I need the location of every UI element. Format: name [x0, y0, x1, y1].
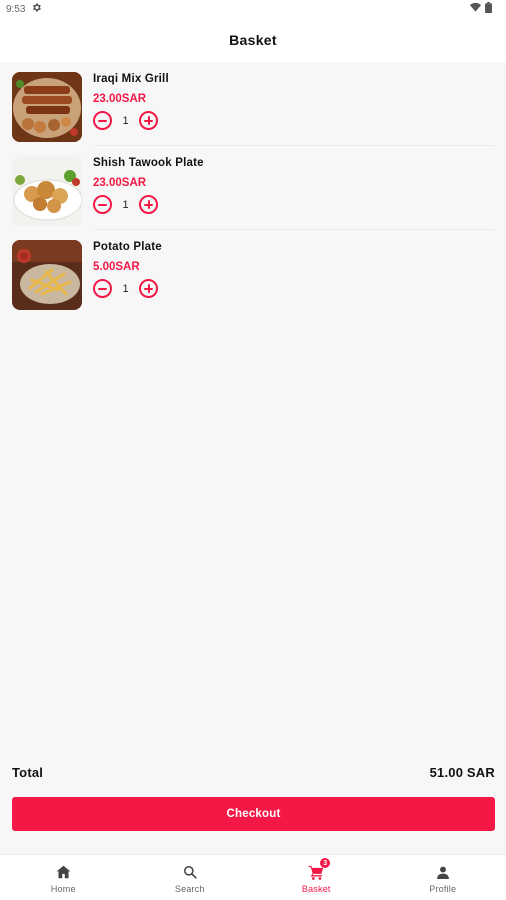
battery-icon — [485, 2, 492, 16]
increase-quantity-button[interactable] — [139, 195, 158, 214]
basket-list: Iraqi Mix Grill 23.00SAR 1 Shish Tawook … — [0, 62, 506, 314]
app-root: 9:53 Basket Iraqi Mix Grill 23.00SAR 1 S… — [0, 0, 506, 900]
nav-basket[interactable]: 3 Basket — [253, 855, 380, 900]
total-value: 51.00 SAR — [429, 764, 495, 780]
status-time: 9:53 — [6, 3, 26, 15]
minus-icon — [98, 287, 107, 290]
basket-item: Shish Tawook Plate 23.00SAR 1 — [0, 146, 506, 230]
quantity-stepper: 1 — [93, 279, 162, 298]
nav-profile-label: Profile — [429, 884, 457, 894]
plus-icon-vertical — [147, 116, 150, 125]
cart-icon: 3 — [308, 858, 331, 880]
minus-icon — [98, 119, 107, 122]
quantity-value: 1 — [122, 198, 129, 211]
item-info: Iraqi Mix Grill 23.00SAR 1 — [93, 72, 169, 130]
increase-quantity-button[interactable] — [139, 279, 158, 298]
item-price: 23.00SAR — [93, 93, 147, 105]
plus-icon-vertical — [147, 284, 150, 293]
fries-photo — [12, 240, 82, 310]
nav-profile[interactable]: Profile — [380, 855, 506, 900]
search-icon — [182, 864, 198, 880]
settings-icon — [31, 2, 42, 16]
nav-home[interactable]: Home — [0, 855, 127, 900]
minus-icon — [98, 203, 107, 206]
nav-home-label: Home — [50, 884, 76, 894]
decrease-quantity-button[interactable] — [93, 279, 112, 298]
nav-search[interactable]: Search — [127, 855, 254, 900]
quantity-stepper: 1 — [93, 111, 169, 130]
item-info: Shish Tawook Plate 23.00SAR 1 — [93, 156, 204, 214]
basket-item: Iraqi Mix Grill 23.00SAR 1 — [0, 62, 506, 146]
status-right — [470, 2, 492, 16]
status-left: 9:53 — [6, 2, 42, 16]
status-bar: 9:53 — [0, 0, 506, 18]
decrease-quantity-button[interactable] — [93, 111, 112, 130]
cart-badge: 3 — [320, 858, 331, 868]
increase-quantity-button[interactable] — [139, 111, 158, 130]
chicken-plate-photo — [12, 156, 82, 226]
total-label: Total — [12, 764, 44, 780]
item-name: Potato Plate — [93, 241, 162, 253]
basket-item: Potato Plate 5.00SAR 1 — [0, 230, 506, 314]
quantity-value: 1 — [122, 114, 129, 127]
quantity-stepper: 1 — [93, 195, 204, 214]
item-name: Shish Tawook Plate — [93, 157, 204, 169]
item-name: Iraqi Mix Grill — [93, 73, 169, 85]
home-icon — [55, 864, 71, 880]
nav-search-label: Search — [174, 884, 205, 894]
item-price: 5.00SAR — [93, 261, 140, 273]
item-info: Potato Plate 5.00SAR 1 — [93, 240, 162, 298]
item-price: 23.00SAR — [93, 177, 147, 189]
bottom-nav: Home Search 3 Basket Profile — [0, 854, 506, 900]
page-title: Basket — [229, 32, 277, 48]
checkout-button[interactable]: Checkout — [12, 797, 495, 831]
total-row: Total 51.00 SAR — [12, 762, 495, 782]
mixed-grill-photo — [12, 72, 82, 142]
person-icon — [435, 864, 451, 880]
quantity-value: 1 — [122, 282, 129, 295]
wifi-icon — [470, 2, 481, 16]
plus-icon-vertical — [147, 200, 150, 209]
decrease-quantity-button[interactable] — [93, 195, 112, 214]
app-header: Basket — [0, 18, 506, 62]
nav-basket-label: Basket — [301, 884, 331, 894]
